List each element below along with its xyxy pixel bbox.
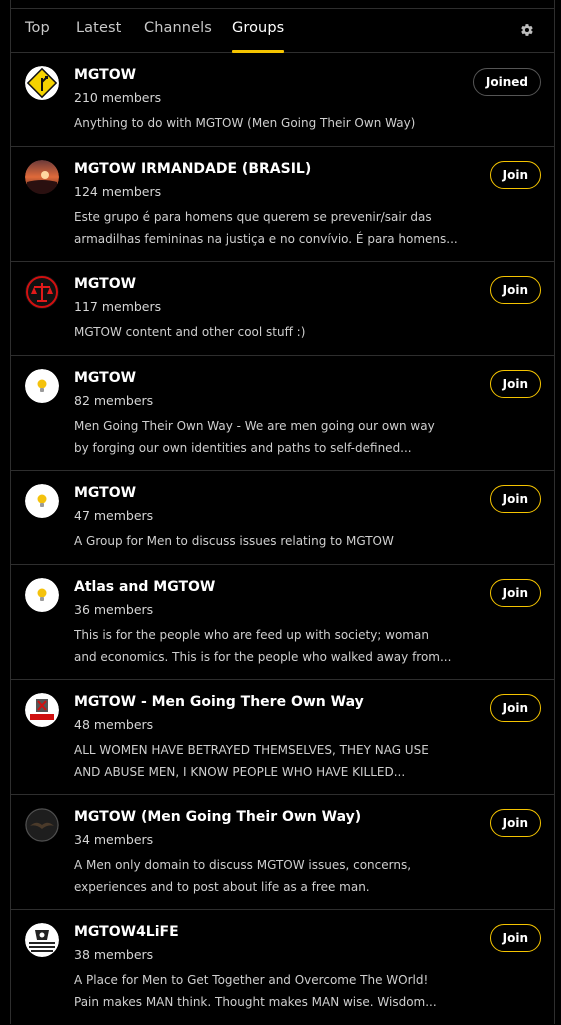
mgtow-badge-icon (25, 693, 59, 727)
group-name[interactable]: MGTOW (Men Going Their Own Way) (74, 809, 361, 825)
list-item[interactable]: MGTOW (Men Going Their Own Way) 34 membe… (11, 795, 554, 910)
group-description: ALL WOMEN HAVE BETRAYED THEMSELVES, THEY… (74, 739, 464, 783)
lightbulb-icon (25, 578, 59, 612)
road-sign-icon (25, 66, 59, 100)
tab-channels[interactable]: Channels (144, 20, 212, 36)
group-description: A Place for Men to Get Together and Over… (74, 969, 464, 1013)
list-item[interactable]: MGTOW 210 members Anything to do with MG… (11, 53, 554, 147)
list-item[interactable]: Atlas and MGTOW 36 members This is for t… (11, 565, 554, 680)
group-avatar (25, 66, 59, 100)
description-line: Pain makes MAN think. Thought makes MAN … (74, 995, 437, 1009)
description-line: ALL WOMEN HAVE BETRAYED THEMSELVES, THEY… (74, 743, 429, 757)
description-line: by forging our own identities and paths … (74, 441, 412, 455)
description-line: This is for the people who are feed up w… (74, 628, 429, 642)
scales-icon (25, 275, 59, 309)
join-button[interactable]: Join (489, 579, 541, 607)
description-line: Men Going Their Own Way - We are men goi… (74, 419, 435, 433)
group-name[interactable]: MGTOW IRMANDADE (BRASIL) (74, 161, 311, 177)
join-button[interactable]: Join (489, 924, 541, 952)
member-count: 48 members (74, 717, 154, 732)
description-line: Anything to do with MGTOW (Men Going The… (74, 116, 416, 130)
member-count: 47 members (74, 508, 154, 523)
lightbulb-icon (25, 484, 59, 518)
group-avatar (25, 369, 59, 403)
group-avatar (25, 923, 59, 957)
group-name[interactable]: MGTOW (74, 370, 136, 386)
description-line: Este grupo é para homens que querem se p… (74, 210, 432, 224)
description-line: AND ABUSE MEN, I KNOW PEOPLE WHO HAVE KI… (74, 765, 406, 779)
group-name[interactable]: MGTOW4LiFE (74, 924, 179, 940)
list-item[interactable]: MGTOW4LiFE 38 members A Place for Men to… (11, 910, 554, 1025)
group-name[interactable]: MGTOW - Men Going There Own Way (74, 694, 364, 710)
member-count: 36 members (74, 602, 154, 617)
join-button[interactable]: Join (489, 694, 541, 722)
tab-groups[interactable]: Groups (232, 20, 285, 53)
list-item[interactable]: MGTOW 117 members MGTOW content and othe… (11, 262, 554, 356)
sunset-image-icon (25, 160, 59, 194)
tab-bar: Top Latest Channels Groups (11, 9, 554, 53)
tab-top[interactable]: Top (25, 20, 50, 36)
description-line: MGTOW content and other cool stuff :) (74, 325, 306, 339)
joined-button[interactable]: Joined (472, 68, 541, 96)
group-avatar (25, 808, 59, 842)
lightbulb-icon (25, 369, 59, 403)
list-item[interactable]: MGTOW 47 members A Group for Men to disc… (11, 471, 554, 565)
join-button[interactable]: Join (489, 276, 541, 304)
member-count: 124 members (74, 184, 162, 199)
list-item[interactable]: MGTOW - Men Going There Own Way 48 membe… (11, 680, 554, 795)
groups-list: MGTOW 210 members Anything to do with MG… (11, 53, 554, 1025)
join-button[interactable]: Join (489, 161, 541, 189)
description-line: experiences and to post about life as a … (74, 880, 370, 894)
list-item[interactable]: MGTOW 82 members Men Going Their Own Way… (11, 356, 554, 471)
group-description: This is for the people who are feed up w… (74, 624, 464, 668)
group-description: Men Going Their Own Way - We are men goi… (74, 415, 464, 459)
description-line: armadilhas femininas na justiça e no con… (74, 232, 458, 246)
group-name[interactable]: MGTOW (74, 485, 136, 501)
group-avatar (25, 578, 59, 612)
group-avatar (25, 275, 59, 309)
member-count: 82 members (74, 393, 154, 408)
member-count: 117 members (74, 299, 162, 314)
group-description: MGTOW content and other cool stuff :) (74, 321, 464, 343)
description-line: A Group for Men to discuss issues relati… (74, 534, 394, 548)
group-avatar (25, 484, 59, 518)
groups-panel: Top Latest Channels Groups MGTOW 210 mem… (10, 0, 555, 1024)
group-description: A Men only domain to discuss MGTOW issue… (74, 854, 464, 898)
description-line: and economics. This is for the people wh… (74, 650, 452, 664)
eagle-image-icon (25, 808, 59, 842)
gear-icon[interactable] (520, 23, 534, 37)
group-avatar (25, 693, 59, 727)
join-button[interactable]: Join (489, 370, 541, 398)
flag-emblem-icon (25, 923, 59, 957)
group-description: Este grupo é para homens que querem se p… (74, 206, 464, 250)
join-button[interactable]: Join (489, 809, 541, 837)
description-line: A Place for Men to Get Together and Over… (74, 973, 429, 987)
member-count: 34 members (74, 832, 154, 847)
tab-latest[interactable]: Latest (76, 20, 121, 36)
member-count: 210 members (74, 90, 162, 105)
list-item[interactable]: MGTOW IRMANDADE (BRASIL) 124 members Est… (11, 147, 554, 262)
group-avatar (25, 160, 59, 194)
description-line: A Men only domain to discuss MGTOW issue… (74, 858, 412, 872)
group-name[interactable]: MGTOW (74, 276, 136, 292)
group-description: A Group for Men to discuss issues relati… (74, 530, 464, 552)
group-name[interactable]: MGTOW (74, 67, 136, 83)
member-count: 38 members (74, 947, 154, 962)
group-description: Anything to do with MGTOW (Men Going The… (74, 112, 464, 134)
group-name[interactable]: Atlas and MGTOW (74, 579, 215, 595)
join-button[interactable]: Join (489, 485, 541, 513)
